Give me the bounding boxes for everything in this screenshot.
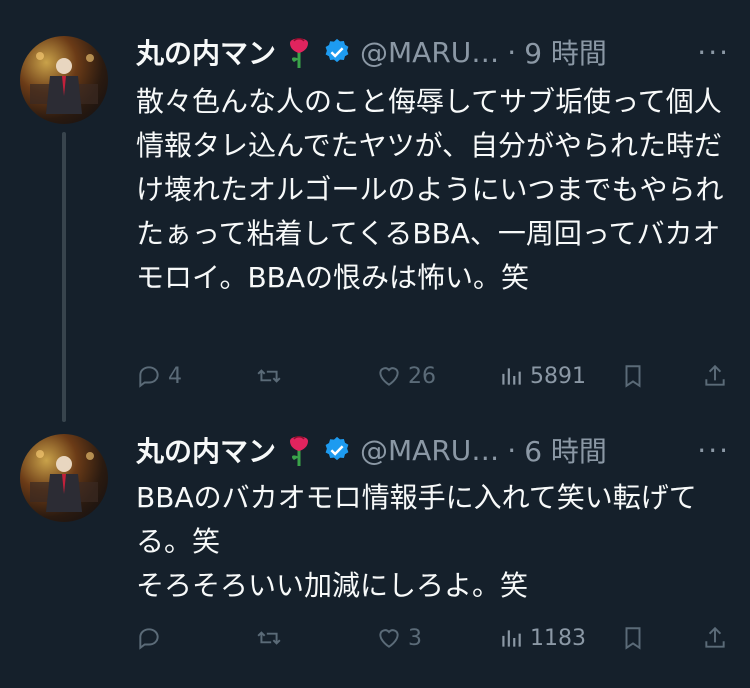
bookmark-button[interactable] — [620, 363, 646, 389]
separator: · — [507, 35, 517, 69]
like-button[interactable]: 26 — [376, 363, 436, 389]
tweet-actions: 3 1183 — [136, 620, 736, 656]
reply-count: 4 — [168, 363, 182, 389]
bookmark-icon — [625, 627, 641, 650]
timestamp[interactable]: 6 時間 — [524, 430, 607, 470]
retweet-button[interactable] — [256, 625, 288, 651]
avatar[interactable] — [20, 434, 108, 522]
rose-emoji-icon — [284, 433, 314, 467]
views-icon — [502, 630, 521, 647]
reply-button[interactable]: 4 — [136, 363, 182, 389]
views-button[interactable]: 1183 — [498, 625, 586, 651]
separator: · — [507, 433, 517, 467]
like-count: 3 — [408, 625, 422, 651]
retweet-icon — [257, 369, 281, 383]
bookmark-icon — [625, 365, 641, 388]
tweet-header: 丸の内マン @MARU… · 9 時間 — [136, 32, 607, 72]
display-name[interactable]: 丸の内マン — [136, 430, 276, 470]
like-icon — [379, 367, 399, 386]
view-count: 1183 — [530, 625, 586, 651]
tweet-text: BBAのバカオモロ情報手に入れて笑い転げてる。笑 そろそろいい加減にしろよ。笑 — [136, 481, 697, 602]
rose-emoji-icon — [284, 35, 314, 69]
reply-icon — [139, 628, 159, 650]
more-icon[interactable]: ··· — [697, 36, 730, 69]
handle[interactable]: @MARU… — [360, 434, 499, 467]
avatar[interactable] — [20, 36, 108, 124]
tweet-text: 散々色んな人のこと侮辱してサブ垢使って個人情報タレ込んでたヤツが、自分がやられた… — [136, 85, 724, 294]
reply-button[interactable] — [136, 625, 168, 651]
handle[interactable]: @MARU… — [360, 36, 499, 69]
more-icon[interactable]: ··· — [697, 434, 730, 467]
tweet-actions: 4 26 5891 — [136, 358, 736, 394]
reply-icon — [139, 366, 159, 388]
views-button[interactable]: 5891 — [498, 363, 586, 389]
share-button[interactable] — [702, 625, 728, 651]
share-icon — [705, 364, 725, 386]
retweet-icon — [257, 631, 281, 645]
thread-line — [62, 132, 66, 422]
verified-badge-icon — [322, 435, 352, 465]
display-name[interactable]: 丸の内マン — [136, 32, 276, 72]
tweet-header: 丸の内マン @MARU… · 6 時間 — [136, 430, 607, 470]
share-icon — [705, 626, 725, 648]
like-button[interactable]: 3 — [376, 625, 422, 651]
timestamp[interactable]: 9 時間 — [524, 32, 607, 72]
retweet-button[interactable] — [256, 363, 288, 389]
like-count: 26 — [408, 363, 436, 389]
verified-badge-icon — [322, 37, 352, 67]
share-button[interactable] — [702, 363, 728, 389]
views-icon — [502, 368, 521, 385]
like-icon — [379, 629, 399, 648]
view-count: 5891 — [530, 363, 586, 389]
bookmark-button[interactable] — [620, 625, 646, 651]
